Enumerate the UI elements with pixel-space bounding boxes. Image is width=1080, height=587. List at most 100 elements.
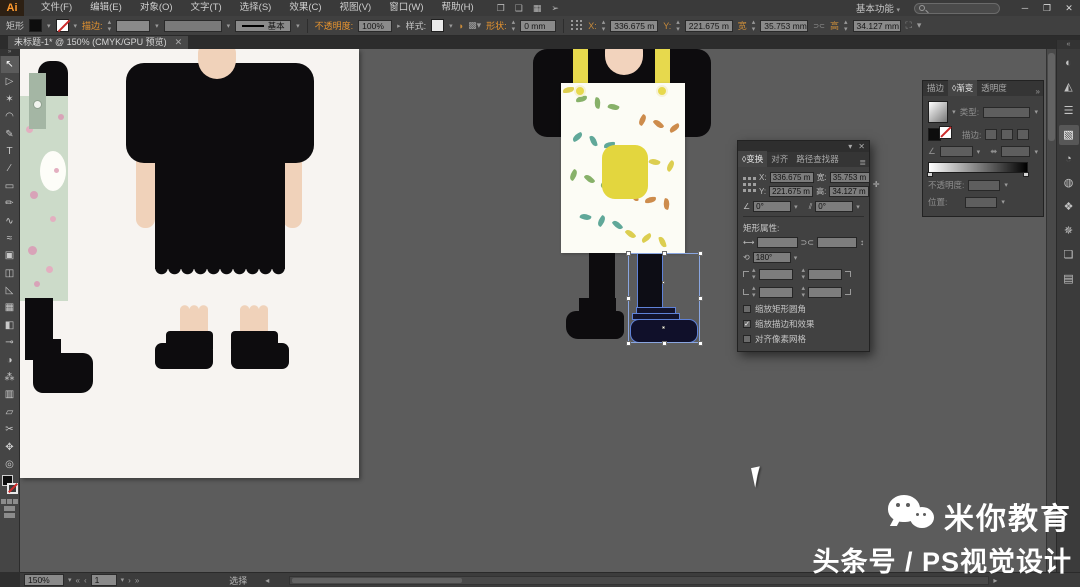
- graphic-styles-panel-icon[interactable]: ❖: [1059, 197, 1079, 217]
- arrange-documents-icon[interactable]: ❐: [497, 0, 505, 16]
- panel-collapse-icon[interactable]: ▾: [848, 142, 852, 151]
- artboards-panel-icon[interactable]: ▤: [1059, 269, 1079, 289]
- appearance-panel-icon[interactable]: ◍: [1059, 173, 1079, 193]
- recolor-artwork-icon[interactable]: ◑: [458, 21, 463, 31]
- mesh-tool[interactable]: ▦: [1, 299, 19, 316]
- gradient-panel-icon[interactable]: ▧: [1059, 125, 1079, 145]
- layout-dropdown-icon[interactable]: ▦: [533, 0, 542, 16]
- menu-item-6[interactable]: 视图(V): [331, 0, 381, 16]
- width-field[interactable]: 35.753 mm: [760, 20, 808, 32]
- stroke-proxy-swatch[interactable]: [7, 483, 18, 494]
- menu-item-4[interactable]: 选择(S): [231, 0, 281, 16]
- menu-item-0[interactable]: 文件(F): [32, 0, 81, 16]
- free-transform-tool[interactable]: ▣: [1, 247, 19, 264]
- corner-bl-field[interactable]: [759, 287, 793, 298]
- paintbrush-tool[interactable]: ✏: [1, 195, 19, 212]
- toolbar-collapse-icon[interactable]: »: [0, 49, 20, 56]
- corner-br-field[interactable]: [808, 287, 842, 298]
- gradient-type-dropdown[interactable]: [983, 107, 1030, 118]
- artboard-nav-field[interactable]: 1: [91, 574, 117, 586]
- width-tool[interactable]: ≈: [1, 230, 19, 247]
- left-character-skirt-hem[interactable]: [155, 268, 285, 278]
- stroke-weight-label[interactable]: 描边:: [82, 19, 103, 32]
- fill-stroke-proxy[interactable]: [1, 475, 19, 497]
- pencil-tool[interactable]: ∿: [1, 213, 19, 230]
- shape-section-label[interactable]: 形状:: [486, 19, 507, 32]
- stroke-panel-icon[interactable]: ☰: [1059, 101, 1079, 121]
- reference-point-locator[interactable]: [571, 20, 583, 32]
- w-stepper[interactable]: ▴▾: [752, 19, 756, 33]
- pen-tool[interactable]: ✎: [1, 126, 19, 143]
- menu-item-3[interactable]: 文字(T): [182, 0, 231, 16]
- align-dropdown-icon[interactable]: ▩▾: [468, 20, 481, 31]
- eyedropper-tool[interactable]: ⊸: [1, 334, 19, 351]
- gradient-tool[interactable]: ◧: [1, 317, 19, 334]
- center-point-handle[interactable]: [662, 326, 665, 329]
- stroke-weight-field[interactable]: [116, 20, 150, 32]
- gradient-panel-collapse-icon[interactable]: »: [1036, 87, 1043, 96]
- tab-描边[interactable]: 描边: [923, 80, 948, 96]
- link-dimensions-icon[interactable]: ⊃⊂: [813, 22, 825, 30]
- line-segment-tool[interactable]: ∕: [1, 160, 19, 177]
- selection-handle[interactable]: [626, 251, 631, 256]
- first-artboard-icon[interactable]: «: [76, 576, 80, 585]
- right-character-button-right[interactable]: [656, 85, 668, 97]
- symbol-sprayer-tool[interactable]: ⁂: [1, 369, 19, 386]
- checkbox-1[interactable]: ✓: [743, 320, 751, 328]
- y-field[interactable]: 221.675 m: [685, 20, 733, 32]
- gradient-stroke-opt2[interactable]: [1001, 129, 1013, 140]
- selection-handle[interactable]: [698, 341, 703, 346]
- column-graph-tool[interactable]: ▥: [1, 386, 19, 403]
- rect-angle-field[interactable]: 180°: [753, 252, 791, 263]
- left-character-skirt[interactable]: [155, 156, 285, 269]
- more-options-icon[interactable]: ▾: [917, 20, 922, 31]
- stroke-swatch[interactable]: [56, 19, 69, 32]
- document-tab[interactable]: 未标题-1* @ 150% (CMYK/GPU 预览) ✕: [8, 36, 188, 49]
- gradient-stroke-opt3[interactable]: [1017, 129, 1029, 140]
- selection-handle[interactable]: [626, 296, 631, 301]
- transform-icon[interactable]: ⛶: [906, 20, 912, 31]
- blend-tool[interactable]: ◑: [1, 352, 19, 369]
- vertical-scrollbar-thumb[interactable]: [1048, 53, 1055, 141]
- gradient-stroke-opt1[interactable]: [985, 129, 997, 140]
- right-character-boot-left-lower[interactable]: [566, 311, 624, 339]
- color-panel-icon[interactable]: ◐: [1059, 53, 1079, 73]
- hand-tool[interactable]: ✥: [1, 439, 19, 456]
- right-character-pocket[interactable]: [602, 145, 648, 199]
- perspective-grid-tool[interactable]: ◺: [1, 282, 19, 299]
- minimize-button[interactable]: ─: [1014, 0, 1036, 16]
- stroke-dropdown-icon[interactable]: ▾: [74, 22, 78, 30]
- shear-field[interactable]: 0°: [815, 201, 853, 212]
- type-tool[interactable]: T: [1, 143, 19, 160]
- constrain-proportions-icon[interactable]: ✛: [873, 180, 880, 189]
- screen-mode-button[interactable]: [4, 513, 15, 518]
- gradient-stroke-proxy[interactable]: [939, 126, 952, 139]
- fragment-boot-lower[interactable]: [33, 353, 93, 393]
- panel-close-icon[interactable]: ✕: [858, 142, 865, 151]
- selection-handle[interactable]: [698, 251, 703, 256]
- fill-dropdown-icon[interactable]: ▾: [47, 22, 51, 30]
- gradient-slider[interactable]: [928, 162, 1028, 173]
- layers-panel-icon[interactable]: ❏: [1059, 245, 1079, 265]
- gradient-location-field[interactable]: [965, 197, 997, 208]
- transparency-panel-icon[interactable]: ◔: [1059, 149, 1079, 169]
- gradient-angle-field[interactable]: [940, 146, 973, 157]
- style-swatch[interactable]: [431, 19, 444, 32]
- brush-definition[interactable]: 基本: [235, 20, 291, 32]
- gradient-stop-left[interactable]: [927, 172, 933, 177]
- corner-radius-field[interactable]: 0 mm: [520, 20, 556, 32]
- tf-w-field[interactable]: 35.753 m: [830, 172, 870, 183]
- gradient-stop-right[interactable]: [1023, 172, 1029, 177]
- dock-expand-icon[interactable]: «: [1057, 40, 1080, 49]
- gradient-thumbnail[interactable]: [928, 101, 948, 123]
- left-character-shoe-left-lower[interactable]: [155, 343, 213, 369]
- color-mode-buttons[interactable]: [1, 499, 18, 504]
- horizontal-scrollbar-thumb[interactable]: [292, 578, 462, 583]
- tf-h-field[interactable]: 34.127 m: [829, 186, 869, 197]
- fill-swatch[interactable]: [29, 19, 42, 32]
- slice-tool[interactable]: ✂: [1, 421, 19, 438]
- right-character-button-left[interactable]: [574, 85, 586, 97]
- shape-builder-tool[interactable]: ◫: [1, 265, 19, 282]
- checkbox-0[interactable]: [743, 305, 751, 313]
- menu-item-5[interactable]: 效果(C): [280, 0, 330, 16]
